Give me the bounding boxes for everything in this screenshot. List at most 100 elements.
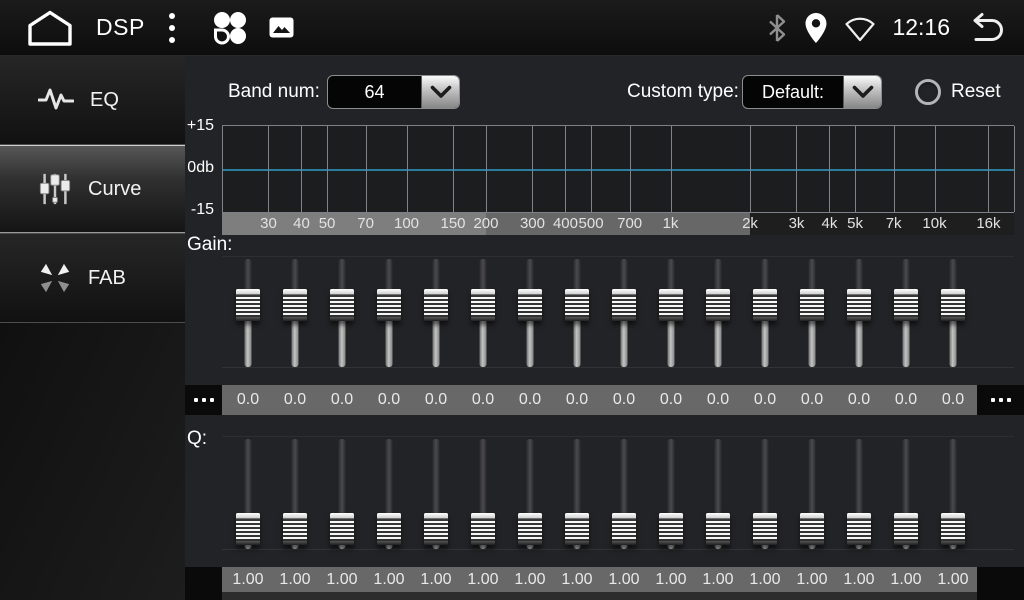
fader-knob[interactable] — [753, 513, 777, 545]
sidebar-item-eq[interactable]: EQ — [0, 56, 185, 145]
fader-knob[interactable] — [377, 289, 401, 321]
fader-knob[interactable] — [659, 513, 683, 545]
y-axis-label-plus15: +15 — [185, 117, 218, 135]
band-num-dropdown[interactable]: 64 — [327, 75, 460, 109]
gain-fader[interactable] — [940, 257, 966, 367]
q-fader[interactable] — [752, 437, 778, 549]
fader-knob[interactable] — [753, 289, 777, 321]
q-fader[interactable] — [658, 437, 684, 549]
q-more-right-button[interactable] — [977, 567, 1024, 600]
q-fader[interactable] — [846, 437, 872, 549]
fader-knob[interactable] — [330, 513, 354, 545]
fader-knob[interactable] — [941, 289, 965, 321]
q-fader[interactable] — [423, 437, 449, 549]
q-value: 1.00 — [272, 567, 318, 592]
grid-line — [796, 126, 797, 212]
fader-knob[interactable] — [847, 289, 871, 321]
freq-tick-label: 70 — [357, 213, 374, 235]
gain-more-left-button[interactable] — [185, 385, 222, 415]
grid-line — [988, 126, 989, 212]
fader-knob[interactable] — [565, 289, 589, 321]
apps-clover-icon[interactable] — [211, 11, 247, 45]
q-fader[interactable] — [376, 437, 402, 549]
gain-fader[interactable] — [376, 257, 402, 367]
q-fader[interactable] — [940, 437, 966, 549]
fader-knob[interactable] — [894, 289, 918, 321]
q-fader[interactable] — [282, 437, 308, 549]
fader-knob[interactable] — [330, 289, 354, 321]
q-more-left-button[interactable] — [185, 567, 222, 600]
fader-knob[interactable] — [424, 513, 448, 545]
back-icon[interactable] — [966, 12, 1004, 44]
chevron-down-icon — [421, 76, 459, 108]
q-fader[interactable] — [329, 437, 355, 549]
fader-knob[interactable] — [847, 513, 871, 545]
gain-fader[interactable] — [470, 257, 496, 367]
fader-knob[interactable] — [236, 513, 260, 545]
fader-knob[interactable] — [706, 289, 730, 321]
q-fader[interactable] — [235, 437, 261, 549]
gain-fader[interactable] — [564, 257, 590, 367]
gain-fader[interactable] — [282, 257, 308, 367]
fader-knob[interactable] — [424, 289, 448, 321]
q-fader[interactable] — [611, 437, 637, 549]
gain-fader[interactable] — [423, 257, 449, 367]
gain-fader[interactable] — [611, 257, 637, 367]
custom-type-value: Default: — [743, 76, 843, 108]
q-fader[interactable] — [517, 437, 543, 549]
wifi-icon[interactable] — [844, 14, 876, 42]
fader-knob[interactable] — [612, 513, 636, 545]
grid-line — [268, 126, 269, 212]
eq-curve-line — [222, 169, 1014, 171]
q-fader[interactable] — [893, 437, 919, 549]
q-fader[interactable] — [799, 437, 825, 549]
fader-knob[interactable] — [471, 289, 495, 321]
gain-fader[interactable] — [658, 257, 684, 367]
gain-fader[interactable] — [799, 257, 825, 367]
bluetooth-icon[interactable] — [766, 13, 788, 43]
gain-fader[interactable] — [329, 257, 355, 367]
fader-knob[interactable] — [283, 289, 307, 321]
gain-more-right-button[interactable] — [977, 385, 1024, 415]
home-icon[interactable] — [26, 9, 74, 47]
sidebar-item-fab[interactable]: FAB — [0, 234, 185, 323]
fader-knob[interactable] — [471, 513, 495, 545]
overflow-menu-icon[interactable] — [169, 13, 175, 43]
custom-type-dropdown[interactable]: Default: — [742, 75, 882, 109]
gain-value: 0.0 — [413, 385, 459, 415]
fader-knob[interactable] — [800, 513, 824, 545]
reset-radio[interactable] — [915, 79, 941, 105]
q-fader[interactable] — [564, 437, 590, 549]
q-fader[interactable] — [470, 437, 496, 549]
sidebar-item-curve[interactable]: Curve — [0, 145, 185, 234]
gain-fader[interactable] — [846, 257, 872, 367]
fader-knob[interactable] — [518, 513, 542, 545]
gain-fader[interactable] — [893, 257, 919, 367]
fader-knob[interactable] — [800, 289, 824, 321]
q-fader[interactable] — [705, 437, 731, 549]
fader-knob[interactable] — [565, 513, 589, 545]
gain-fader[interactable] — [705, 257, 731, 367]
fader-knob[interactable] — [236, 289, 260, 321]
gain-fader[interactable] — [752, 257, 778, 367]
fader-knob[interactable] — [659, 289, 683, 321]
q-value: 1.00 — [695, 567, 741, 592]
gallery-icon[interactable] — [269, 17, 294, 38]
gain-value: 0.0 — [554, 385, 600, 415]
q-value: 1.00 — [413, 567, 459, 592]
fader-knob[interactable] — [894, 513, 918, 545]
fader-knob[interactable] — [706, 513, 730, 545]
freq-tick-label: 2k — [742, 213, 758, 235]
fader-knob[interactable] — [377, 513, 401, 545]
clock: 12:16 — [892, 14, 950, 41]
fader-knob[interactable] — [518, 289, 542, 321]
freq-tick-label: 50 — [319, 213, 336, 235]
q-value: 1.00 — [742, 567, 788, 592]
fader-knob[interactable] — [941, 513, 965, 545]
fader-knob[interactable] — [612, 289, 636, 321]
gain-fader[interactable] — [235, 257, 261, 367]
gain-fader[interactable] — [517, 257, 543, 367]
location-icon[interactable] — [804, 12, 828, 44]
eq-curve-graph[interactable] — [222, 125, 1014, 213]
fader-knob[interactable] — [283, 513, 307, 545]
